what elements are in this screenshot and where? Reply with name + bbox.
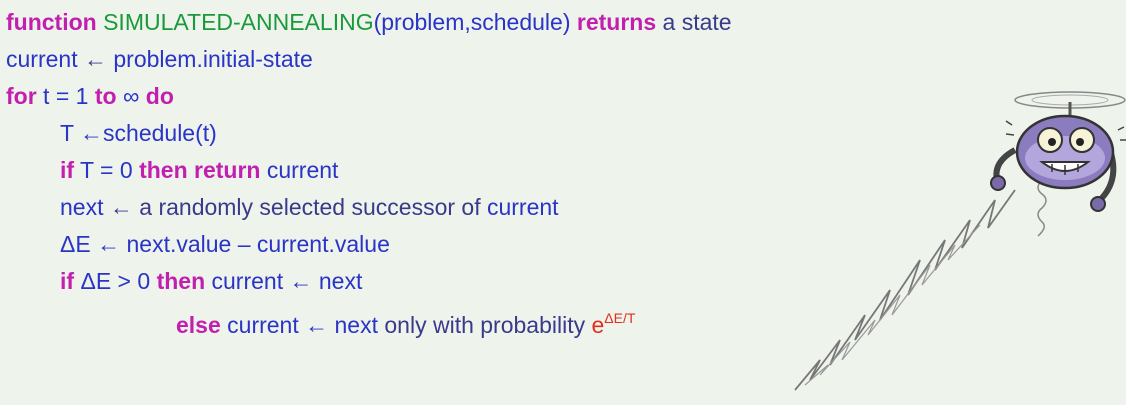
code-token: a state [656, 9, 732, 35]
code-line: else current ← next only with probabilit… [6, 300, 732, 338]
code-token: if [60, 157, 75, 183]
code-token: function [6, 9, 97, 35]
code-line: for t = 1 to ∞ do [6, 78, 732, 115]
code-line: T ←schedule(t) [6, 115, 732, 152]
propeller-robot-icon [794, 91, 1126, 391]
code-line: ΔE ← next.value – current.value [6, 226, 732, 263]
code-token: current [6, 46, 78, 72]
code-token: problem.initial-state [113, 46, 313, 72]
code-token: SIMULATED-ANNEALING [103, 9, 374, 35]
code-token: next [60, 194, 104, 220]
code-line: if ΔE > 0 then current ← next [6, 263, 732, 300]
code-token: if [60, 268, 75, 294]
code-token: T = 0 [74, 157, 140, 183]
code-token: do [145, 83, 174, 109]
code-token: to [94, 83, 117, 109]
code-line: next ← a randomly selected successor of … [6, 189, 732, 226]
code-token: current [486, 194, 559, 220]
code-token: ← [77, 46, 114, 72]
code-token: for [6, 83, 37, 109]
pseudocode-block: function SIMULATED-ANNEALING(problem,sch… [6, 4, 732, 338]
code-token: only with probability [378, 312, 592, 338]
code-token: returns [576, 9, 657, 35]
code-token: ΔE > 0 [74, 268, 157, 294]
code-token: ΔE/T [604, 310, 636, 326]
code-token: else [176, 312, 221, 338]
code-token: current [260, 157, 339, 183]
code-token: t = 1 [36, 83, 95, 109]
code-token: then return [139, 157, 261, 183]
code-token: e [591, 312, 605, 338]
code-token: T ←schedule(t) [60, 120, 217, 146]
code-line: current ← problem.initial-state [6, 41, 732, 78]
code-token: ∞ [116, 83, 146, 109]
spring [1037, 179, 1047, 237]
trail-line [794, 189, 1016, 391]
code-token: current ← next [205, 268, 363, 294]
code-token: current ← next [220, 312, 378, 338]
code-token: ΔE ← next.value – current.value [60, 231, 390, 257]
code-token: (problem,schedule) [373, 9, 577, 35]
code-token: ← a randomly selected successor of [103, 194, 487, 220]
code-token: then [156, 268, 206, 294]
code-line: function SIMULATED-ANNEALING(problem,sch… [6, 4, 732, 41]
code-line: if T = 0 then return current [6, 152, 732, 189]
